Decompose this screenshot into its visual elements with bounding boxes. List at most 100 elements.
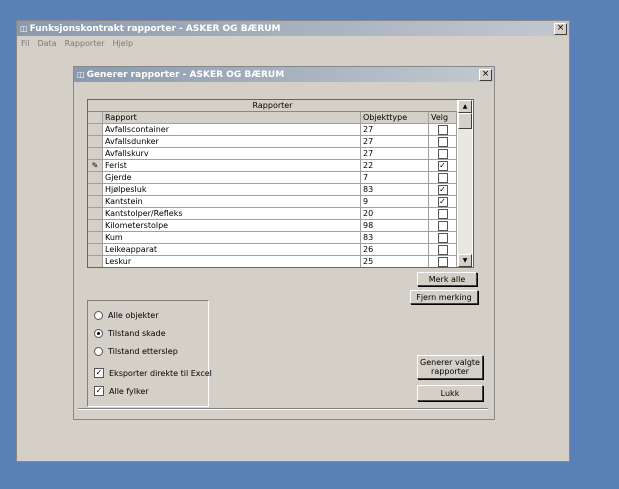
table-row[interactable]: Leskur 25 bbox=[88, 256, 457, 267]
row-selector[interactable] bbox=[88, 124, 103, 136]
velg-checkbox[interactable] bbox=[437, 256, 448, 267]
velg-checkbox[interactable] bbox=[437, 172, 448, 183]
fjern-merking-button[interactable]: Fjern merking bbox=[410, 290, 478, 304]
row-selector[interactable] bbox=[88, 172, 103, 184]
radio-indicator[interactable] bbox=[94, 329, 103, 338]
radio-tilstand-etterslep[interactable]: Tilstand etterslep bbox=[94, 347, 178, 356]
merk-alle-button[interactable]: Merk alle bbox=[417, 272, 477, 286]
menu-data[interactable]: Data bbox=[37, 39, 56, 48]
velg-checkbox[interactable]: ✓ bbox=[437, 160, 448, 171]
radio-alle-objekter[interactable]: Alle objekter bbox=[94, 311, 158, 320]
cell-rapport[interactable]: Kantstolper/Refleks bbox=[103, 208, 361, 220]
row-selector[interactable] bbox=[88, 220, 103, 232]
lukk-button[interactable]: Lukk bbox=[417, 385, 483, 401]
cell-objekttype[interactable]: 25 bbox=[361, 256, 429, 267]
grid-header-row: Rapport Objekttype Velg bbox=[88, 112, 457, 124]
checkbox-indicator[interactable]: ✓ bbox=[94, 386, 104, 396]
cell-objekttype[interactable]: 27 bbox=[361, 148, 429, 160]
row-selector[interactable] bbox=[88, 256, 103, 267]
table-row[interactable]: Gjerde 7 bbox=[88, 172, 457, 184]
table-row[interactable]: Avfallsdunker 27 bbox=[88, 136, 457, 148]
app-icon: ◫ bbox=[20, 24, 28, 33]
row-selector[interactable]: ✎ bbox=[88, 160, 103, 172]
cell-rapport[interactable]: Avfallskurv bbox=[103, 148, 361, 160]
row-selector[interactable] bbox=[88, 136, 103, 148]
table-row[interactable]: Kantstein 9 ✓ bbox=[88, 196, 457, 208]
cell-velg bbox=[429, 208, 457, 220]
cell-velg bbox=[429, 172, 457, 184]
checkbox-eksporter-excel[interactable]: ✓ Eksporter direkte til Excel bbox=[94, 368, 212, 378]
cell-objekttype[interactable]: 7 bbox=[361, 172, 429, 184]
main-close-button[interactable]: × bbox=[554, 23, 567, 35]
cell-velg bbox=[429, 256, 457, 267]
cell-velg: ✓ bbox=[429, 196, 457, 208]
cell-objekttype[interactable]: 83 bbox=[361, 232, 429, 244]
cell-objekttype[interactable]: 27 bbox=[361, 124, 429, 136]
velg-checkbox[interactable] bbox=[437, 232, 448, 243]
velg-checkbox[interactable] bbox=[437, 220, 448, 231]
cell-rapport[interactable]: Avfallsdunker bbox=[103, 136, 361, 148]
checkbox-indicator[interactable]: ✓ bbox=[94, 368, 104, 378]
table-row[interactable]: ✎ Ferist 22 ✓ bbox=[88, 160, 457, 172]
main-window-title: Funksjonskontrakt rapporter - ASKER OG B… bbox=[29, 23, 281, 34]
row-selector[interactable] bbox=[88, 232, 103, 244]
table-row[interactable]: Hjølpesluk 83 ✓ bbox=[88, 184, 457, 196]
radio-indicator[interactable] bbox=[94, 347, 103, 356]
velg-checkbox[interactable]: ✓ bbox=[437, 196, 448, 207]
cell-rapport[interactable]: Kum bbox=[103, 232, 361, 244]
table-row[interactable]: Avfallskurv 27 bbox=[88, 148, 457, 160]
checkbox-alle-fylker[interactable]: ✓ Alle fylker bbox=[94, 386, 149, 396]
row-selector[interactable] bbox=[88, 148, 103, 160]
cell-objekttype[interactable]: 26 bbox=[361, 244, 429, 256]
dialog-close-button[interactable]: × bbox=[479, 69, 492, 81]
cell-rapport[interactable]: Avfallscontainer bbox=[103, 124, 361, 136]
velg-checkbox[interactable] bbox=[437, 148, 448, 159]
velg-checkbox[interactable] bbox=[437, 124, 448, 135]
cell-rapport[interactable]: Leikeapparat bbox=[103, 244, 361, 256]
menu-rapporter[interactable]: Rapporter bbox=[65, 39, 105, 48]
velg-checkbox[interactable] bbox=[437, 136, 448, 147]
header-rapport[interactable]: Rapport bbox=[103, 112, 361, 124]
cell-objekttype[interactable]: 9 bbox=[361, 196, 429, 208]
radio-label: Alle objekter bbox=[108, 311, 159, 320]
cell-velg bbox=[429, 136, 457, 148]
scroll-down-arrow-icon[interactable]: ▼ bbox=[458, 254, 472, 267]
menu-fil[interactable]: Fil bbox=[21, 39, 29, 48]
cell-rapport[interactable]: Kantstein bbox=[103, 196, 361, 208]
scroll-thumb[interactable] bbox=[458, 113, 472, 129]
main-titlebar: ◫ Funksjonskontrakt rapporter - ASKER OG… bbox=[17, 21, 569, 36]
table-row[interactable]: Kantstolper/Refleks 20 bbox=[88, 208, 457, 220]
header-objekttype[interactable]: Objekttype bbox=[361, 112, 429, 124]
row-selector[interactable] bbox=[88, 244, 103, 256]
main-window: ◫ Funksjonskontrakt rapporter - ASKER OG… bbox=[16, 20, 570, 462]
row-selector[interactable] bbox=[88, 208, 103, 220]
menu-hjelp[interactable]: Hjelp bbox=[113, 39, 133, 48]
cell-rapport[interactable]: Gjerde bbox=[103, 172, 361, 184]
cell-objekttype[interactable]: 98 bbox=[361, 220, 429, 232]
table-row[interactable]: Leikeapparat 26 bbox=[88, 244, 457, 256]
cell-objekttype[interactable]: 20 bbox=[361, 208, 429, 220]
row-selector[interactable] bbox=[88, 184, 103, 196]
velg-checkbox[interactable]: ✓ bbox=[437, 184, 448, 195]
velg-checkbox[interactable] bbox=[437, 208, 448, 219]
grid-vertical-scrollbar[interactable]: ▲ ▼ bbox=[458, 100, 472, 267]
cell-rapport[interactable]: Ferist bbox=[103, 160, 361, 172]
scroll-up-arrow-icon[interactable]: ▲ bbox=[458, 100, 472, 113]
generer-valgte-rapporter-button[interactable]: Generer valgte rapporter bbox=[417, 355, 483, 379]
checkbox-label: Eksporter direkte til Excel bbox=[109, 368, 212, 378]
table-row[interactable]: Avfallscontainer 27 bbox=[88, 124, 457, 136]
table-row[interactable]: Kum 83 bbox=[88, 232, 457, 244]
cell-rapport[interactable]: Kilometerstolpe bbox=[103, 220, 361, 232]
radio-label: Tilstand skade bbox=[108, 329, 166, 338]
cell-objekttype[interactable]: 22 bbox=[361, 160, 429, 172]
velg-checkbox[interactable] bbox=[437, 244, 448, 255]
cell-objekttype[interactable]: 27 bbox=[361, 136, 429, 148]
row-selector[interactable] bbox=[88, 196, 103, 208]
cell-rapport[interactable]: Hjølpesluk bbox=[103, 184, 361, 196]
header-velg[interactable]: Velg bbox=[429, 112, 457, 124]
cell-objekttype[interactable]: 83 bbox=[361, 184, 429, 196]
cell-rapport[interactable]: Leskur bbox=[103, 256, 361, 267]
radio-tilstand-skade[interactable]: Tilstand skade bbox=[94, 329, 166, 338]
radio-indicator[interactable] bbox=[94, 311, 103, 320]
table-row[interactable]: Kilometerstolpe 98 bbox=[88, 220, 457, 232]
